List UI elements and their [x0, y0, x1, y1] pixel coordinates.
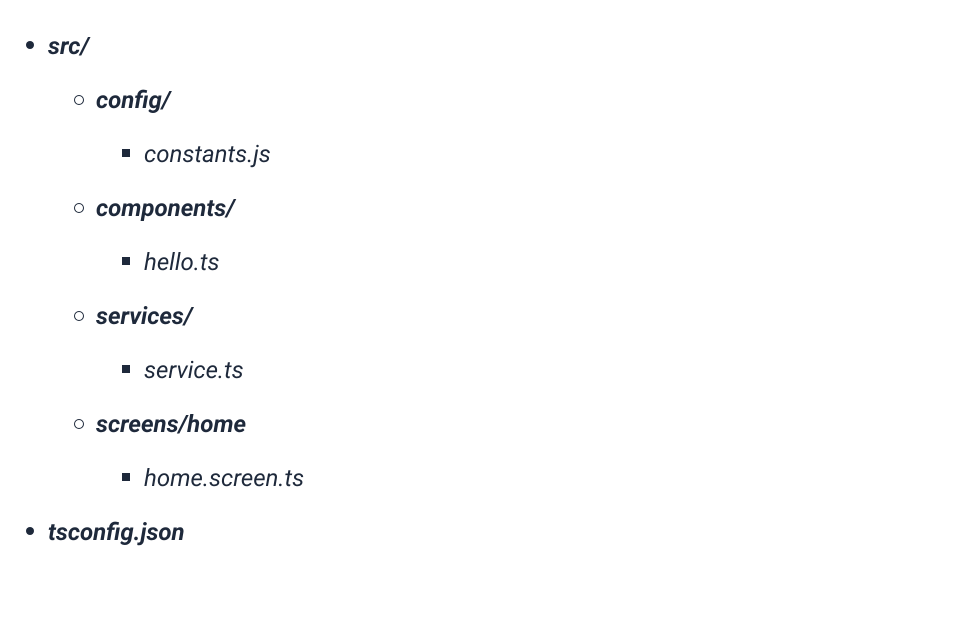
file-label: hello.ts: [144, 248, 220, 276]
folder-label: src/: [48, 32, 89, 60]
tree-item: config/ constants.js: [96, 82, 962, 172]
tree-item: services/ service.ts: [96, 298, 962, 388]
tree-item: service.ts: [144, 352, 962, 388]
tree-children: home.screen.ts: [96, 460, 962, 496]
file-label: constants.js: [144, 140, 271, 168]
file-tree: src/ config/ constants.js components/ he…: [0, 28, 962, 550]
tree-item: home.screen.ts: [144, 460, 962, 496]
tree-children: constants.js: [96, 136, 962, 172]
tree-children: hello.ts: [96, 244, 962, 280]
folder-label: tsconfig.json: [48, 518, 185, 546]
tree-item: components/ hello.ts: [96, 190, 962, 280]
tree-children: service.ts: [96, 352, 962, 388]
folder-label: config/: [96, 86, 170, 114]
file-label: home.screen.ts: [144, 464, 304, 492]
file-label: service.ts: [144, 356, 244, 384]
tree-item: tsconfig.json: [48, 514, 962, 550]
folder-label: components/: [96, 194, 235, 222]
tree-item: constants.js: [144, 136, 962, 172]
tree-children: config/ constants.js components/ hello.t…: [48, 82, 962, 496]
tree-item: hello.ts: [144, 244, 962, 280]
tree-item: screens/home home.screen.ts: [96, 406, 962, 496]
folder-label: services/: [96, 302, 193, 330]
tree-item: src/ config/ constants.js components/ he…: [48, 28, 962, 496]
folder-label: screens/home: [96, 410, 246, 438]
